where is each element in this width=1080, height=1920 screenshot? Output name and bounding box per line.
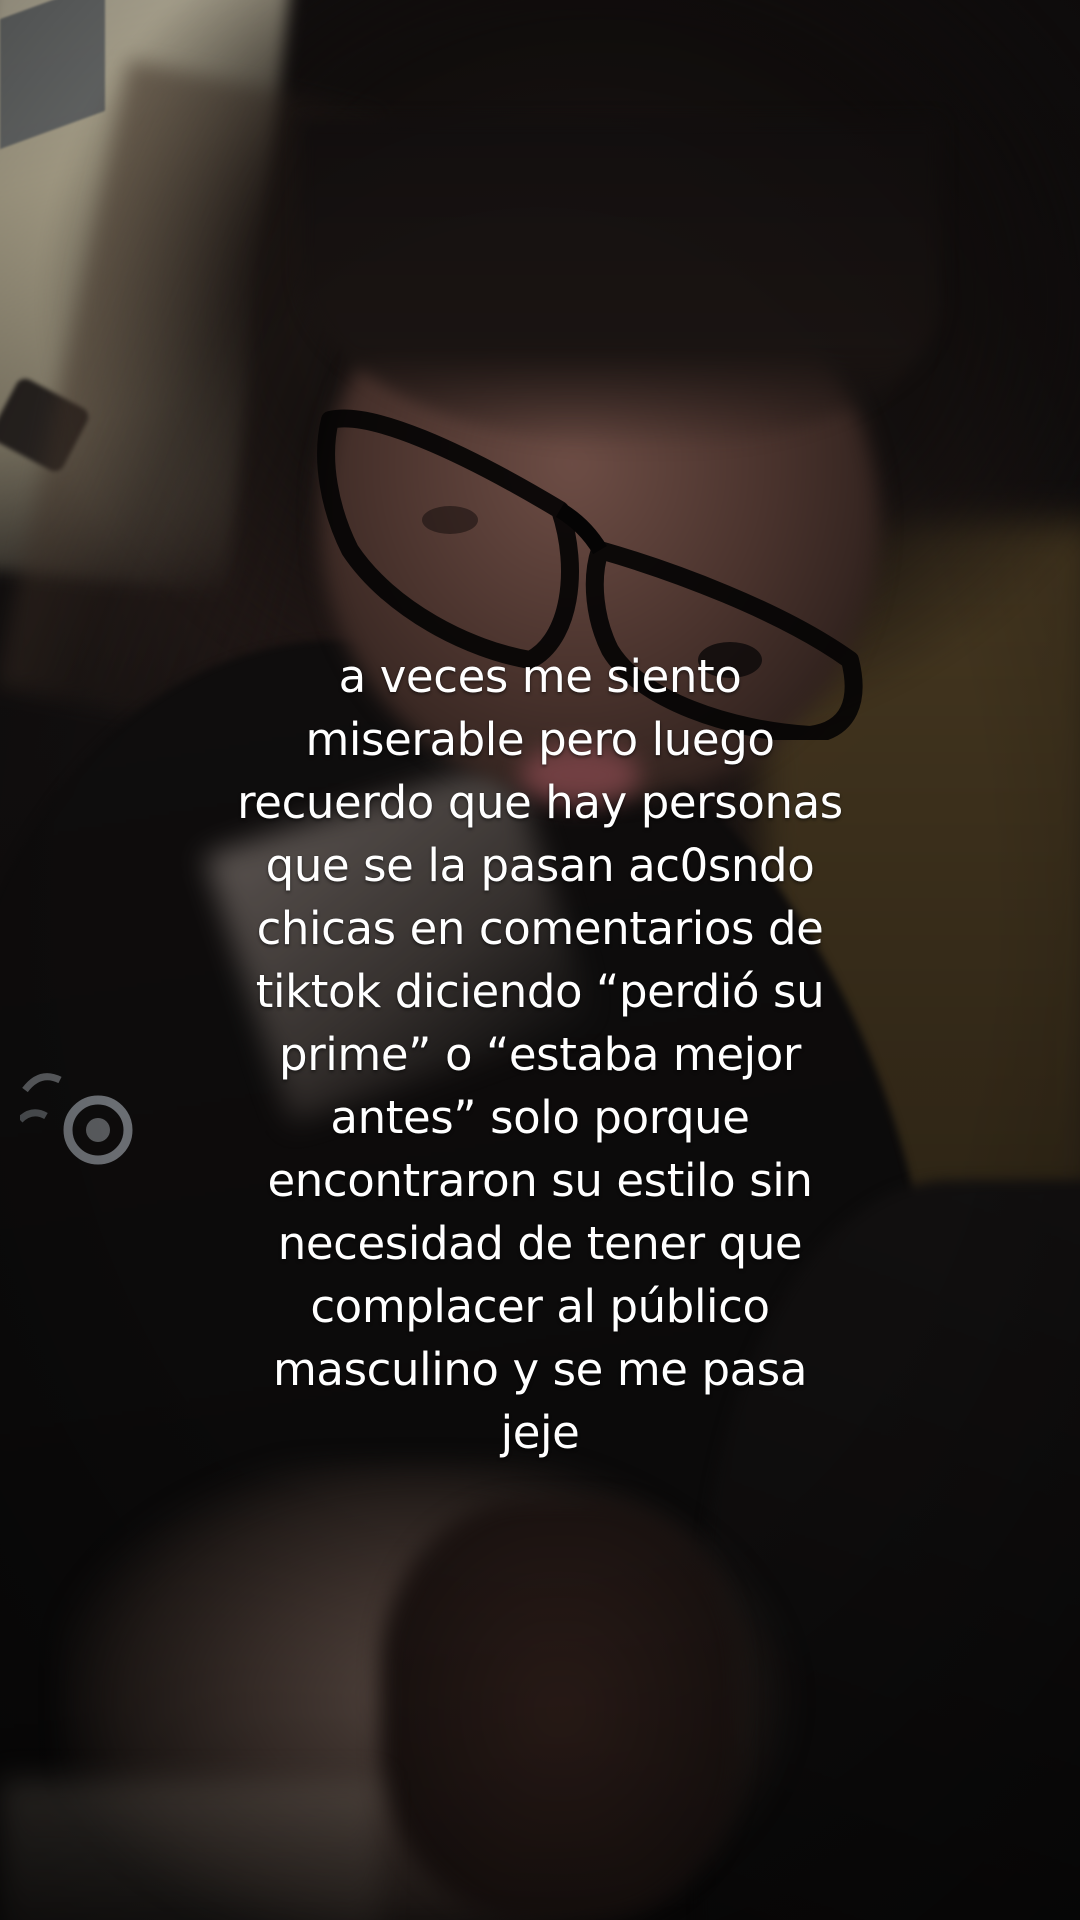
caption-overlay: a veces me siento miserable pero luego r… [140,645,940,1464]
caption-line: antes” solo porque [330,1091,750,1144]
caption-line: chicas en comentarios de [256,902,824,955]
caption-line: recuerdo que hay personas [237,776,843,829]
caption-line: a veces me siento [338,650,742,703]
selfie-photo-background: a veces me siento miserable pero luego r… [0,0,1080,1920]
bedding-fold [380,1500,740,1920]
caption-line: necesidad de tener que [277,1217,803,1270]
caption-line: encontraron su estilo sin [267,1154,813,1207]
caption-line: masculino y se me pasa [272,1343,808,1396]
caption-line: que se la pasan ac0sndo [265,839,815,892]
jacket-logo-icon [20,1073,133,1165]
bedding-highlight [0,1780,380,1920]
caption-line: jeje [500,1406,580,1459]
caption-line: tiktok diciendo “perdió su [255,965,825,1018]
caption-line: complacer al público [310,1280,770,1333]
caption-line: prime” o “estaba mejor [279,1028,801,1081]
caption-line: miserable pero luego [305,713,775,766]
